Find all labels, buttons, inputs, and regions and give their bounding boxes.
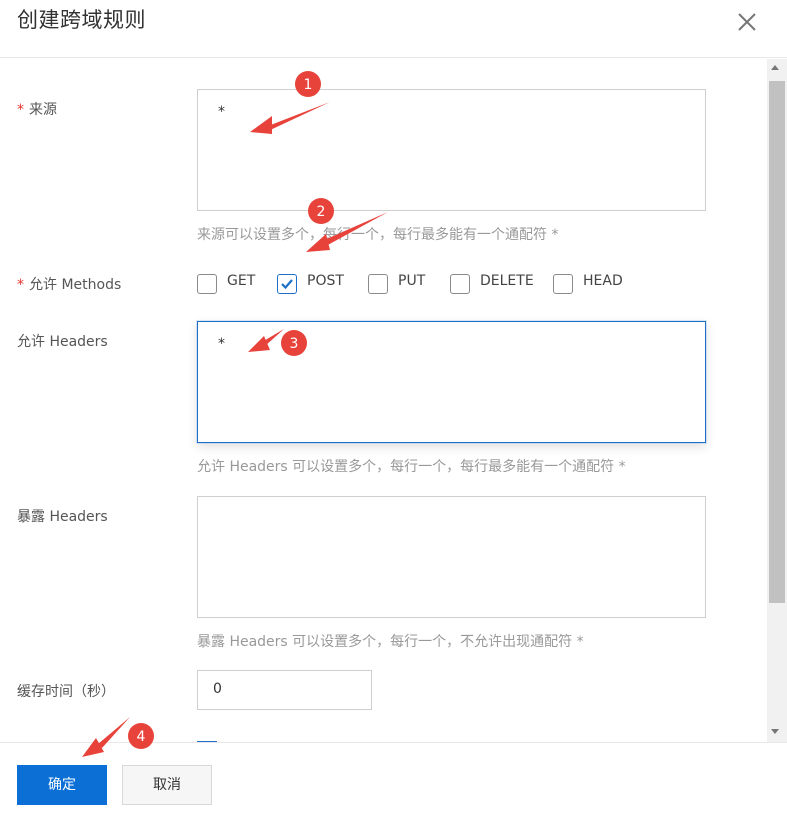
- checkmark-icon: [281, 279, 293, 290]
- close-icon: [738, 13, 756, 31]
- allow-headers-hint: 允许 Headers 可以设置多个，每行一个，每行最多能有一个通配符 *: [197, 459, 626, 475]
- method-post-label: POST: [307, 273, 344, 289]
- allow-headers-value: *: [218, 336, 225, 352]
- method-delete-checkbox[interactable]: [450, 274, 470, 294]
- allow-headers-textarea[interactable]: *: [197, 321, 706, 443]
- required-mark: *: [17, 102, 24, 118]
- vertical-scrollbar[interactable]: [767, 59, 787, 742]
- scroll-down-arrow-icon[interactable]: [771, 729, 779, 734]
- cancel-button[interactable]: 取消: [122, 765, 212, 805]
- dialog-header: 创建跨域规则: [0, 0, 787, 58]
- origin-value: *: [218, 104, 225, 120]
- method-get-label: GET: [227, 273, 256, 289]
- expose-headers-label: 暴露 Headers: [17, 509, 108, 525]
- origin-hint: 来源可以设置多个，每行一个，每行最多能有一个通配符 *: [197, 227, 559, 243]
- expose-headers-hint: 暴露 Headers 可以设置多个，每行一个，不允许出现通配符 *: [197, 634, 584, 650]
- required-mark: *: [17, 277, 24, 293]
- confirm-button[interactable]: 确定: [17, 765, 107, 805]
- allow-headers-label: 允许 Headers: [17, 334, 108, 350]
- cache-time-label: 缓存时间（秒）: [17, 684, 115, 700]
- method-put-checkbox[interactable]: [368, 274, 388, 294]
- cache-time-value: 0: [213, 681, 222, 697]
- cache-time-input[interactable]: 0: [197, 670, 372, 710]
- method-get-checkbox[interactable]: [197, 274, 217, 294]
- close-button[interactable]: [733, 8, 761, 36]
- origin-label-text: 来源: [29, 102, 57, 118]
- dialog-body: * 来源 * 来源可以设置多个，每行一个，每行最多能有一个通配符 * * 允许 Me…: [0, 59, 767, 742]
- method-head-checkbox[interactable]: [553, 274, 573, 294]
- origin-label: * 来源: [17, 99, 57, 119]
- scrollbar-thumb[interactable]: [769, 81, 785, 603]
- dialog-title: 创建跨域规则: [17, 8, 146, 32]
- scroll-up-arrow-icon[interactable]: [771, 65, 779, 70]
- methods-label-text: 允许 Methods: [29, 277, 122, 293]
- expose-headers-textarea[interactable]: [197, 496, 706, 618]
- method-head-label: HEAD: [583, 273, 623, 289]
- dialog-footer: 确定 取消: [0, 742, 787, 815]
- method-post-checkbox[interactable]: [277, 274, 297, 294]
- method-put-label: PUT: [398, 273, 426, 289]
- method-delete-label: DELETE: [480, 273, 534, 289]
- origin-textarea[interactable]: *: [197, 89, 706, 211]
- methods-label: * 允许 Methods: [17, 274, 121, 294]
